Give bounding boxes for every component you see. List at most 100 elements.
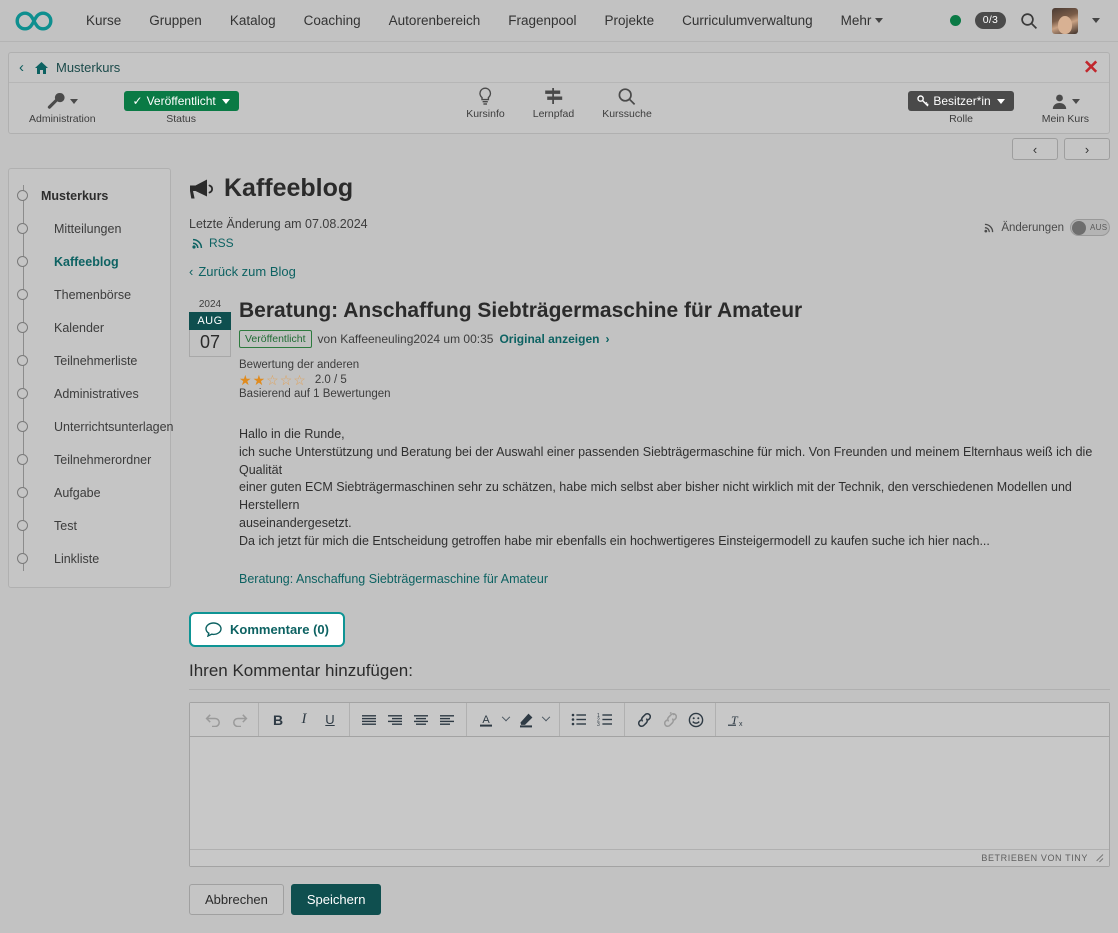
remove-link-icon[interactable] [657, 707, 683, 733]
status-badge[interactable]: ✓ Veröffentlicht [123, 91, 239, 111]
chevron-down-icon[interactable] [1092, 18, 1100, 23]
kursinfo-button[interactable]: Kursinfo [452, 83, 519, 123]
comments-tab-button[interactable]: Kommentare (0) [189, 612, 345, 648]
bullet-list-icon[interactable] [566, 707, 592, 733]
nav-item-kurse[interactable]: Kurse [72, 7, 135, 34]
align-right-icon[interactable] [382, 707, 408, 733]
sidebar-item-label: Test [54, 518, 77, 533]
changes-toggle[interactable]: Änderungen AUS [984, 219, 1110, 236]
close-icon[interactable]: ✕ [1083, 58, 1099, 77]
redo-icon[interactable] [226, 707, 252, 733]
svg-text:3: 3 [597, 722, 600, 726]
administration-button[interactable]: Administration [15, 88, 110, 128]
sidebar-item-teilnehmerliste[interactable]: Teilnehmerliste [9, 344, 170, 377]
online-status-indicator [949, 15, 961, 26]
svg-text:x: x [739, 721, 743, 728]
mein-kurs-button[interactable]: Mein Kurs [1028, 83, 1103, 133]
sidebar-item-mitteilungen[interactable]: Mitteilungen [9, 212, 170, 245]
action-buttons: Abbrechen Speichern [189, 884, 1110, 933]
rolle-control[interactable]: Besitzer*in Rolle [894, 83, 1027, 133]
sidebar-item-themenboerse[interactable]: Themenbörse [9, 278, 170, 311]
sidebar-item-label: Kalender [54, 320, 105, 335]
nav-item-label: Katalog [229, 13, 276, 28]
infinity-logo[interactable] [14, 9, 54, 33]
home-icon[interactable] [34, 61, 49, 75]
nav-item-katalog[interactable]: Katalog [216, 7, 290, 34]
sidebar-item-teilnehmerordner[interactable]: Teilnehmerordner [9, 443, 170, 476]
kurssuche-button[interactable]: Kurssuche [588, 83, 666, 123]
emoticon-icon[interactable] [683, 707, 709, 733]
numbered-list-icon[interactable]: 123 [592, 707, 618, 733]
nav-item-autorenbereich[interactable]: Autorenbereich [375, 7, 495, 34]
star-empty-icon: ☆ [266, 372, 279, 389]
nav-item-coaching[interactable]: Coaching [290, 7, 375, 34]
sidebar-item-kalender[interactable]: Kalender [9, 311, 170, 344]
bullet-icon [17, 454, 28, 465]
pager-prev-button[interactable]: ‹ [1012, 138, 1058, 160]
status-check-icon: ✓ [132, 94, 143, 108]
search-icon[interactable] [1020, 12, 1038, 30]
sidebar-item-test[interactable]: Test [9, 509, 170, 542]
lernpfad-label: Lernpfad [532, 108, 575, 120]
post-detail-link[interactable]: Beratung: Anschaffung Siebträgermaschine… [239, 572, 548, 586]
clear-formatting-icon[interactable]: Tx [722, 707, 748, 733]
align-justify-icon[interactable] [356, 707, 382, 733]
original-link[interactable]: Original anzeigen [499, 332, 599, 346]
save-button[interactable]: Speichern [290, 884, 382, 916]
chevron-left-icon[interactable]: ‹ [19, 59, 24, 76]
editor-group-history [194, 703, 259, 737]
sidebar-item-administratives[interactable]: Administratives [9, 377, 170, 410]
megaphone-icon [189, 177, 214, 201]
person-icon [1051, 91, 1080, 111]
back-to-blog-link[interactable]: ‹ Zurück zum Blog [189, 264, 296, 279]
comment-textarea[interactable] [190, 737, 1109, 850]
rss-link[interactable]: RSS [192, 236, 984, 250]
align-center-icon[interactable] [408, 707, 434, 733]
highlight-color-chevron-icon[interactable] [539, 707, 553, 733]
nav-item-label: Fragenpool [508, 13, 577, 28]
chevron-right-icon[interactable]: › [605, 332, 609, 346]
post-title: Beratung: Anschaffung Siebträgermaschine… [239, 299, 803, 322]
wrench-icon [46, 91, 79, 111]
nav-item-projekte[interactable]: Projekte [591, 7, 669, 34]
text-color-icon[interactable]: A [473, 707, 499, 733]
cancel-button[interactable]: Abbrechen [189, 884, 284, 916]
undo-icon[interactable] [200, 707, 226, 733]
nav-item-curriculumverwaltung[interactable]: Curriculumverwaltung [668, 7, 827, 34]
bullet-icon [17, 190, 28, 201]
text-color-chevron-icon[interactable] [499, 707, 513, 733]
rating-stars[interactable]: ★ ★ ☆ ☆ ☆ [239, 373, 306, 387]
underline-icon[interactable]: U [317, 707, 343, 733]
breadcrumb-course-name[interactable]: Musterkurs [56, 60, 120, 75]
post-text-line: einer guten ECM Siebträgermaschinen sehr… [239, 480, 1072, 513]
editor-group-color: A [467, 703, 560, 737]
italic-icon[interactable]: I [291, 707, 317, 733]
bold-icon[interactable]: B [265, 707, 291, 733]
changes-switch[interactable]: AUS [1070, 219, 1110, 236]
task-count-badge[interactable]: 0/3 [974, 12, 1006, 29]
sidebar-item-aufgabe[interactable]: Aufgabe [9, 476, 170, 509]
sidebar-item-musterkurs[interactable]: Musterkurs [9, 179, 170, 212]
sidebar-item-linkliste[interactable]: Linkliste [9, 542, 170, 575]
nav-item-gruppen[interactable]: Gruppen [135, 7, 216, 34]
nav-item-mehr[interactable]: Mehr [827, 7, 898, 34]
status-control[interactable]: ✓ Veröffentlicht Status [110, 88, 253, 128]
nav-item-fragenpool[interactable]: Fragenpool [494, 7, 590, 34]
star-filled-icon: ★ [239, 372, 252, 389]
comment-editor: B I U A 1 2 3 T x BETRIEBEN VON TINY [189, 702, 1110, 868]
highlight-color-icon[interactable] [513, 707, 539, 733]
switch-knob [1072, 220, 1086, 235]
editor-group-format: B I U [259, 703, 350, 737]
align-left-icon[interactable] [434, 707, 460, 733]
avatar[interactable] [1052, 7, 1078, 34]
pager-next-button[interactable]: › [1064, 138, 1110, 160]
sidebar-item-label: Teilnehmerliste [54, 353, 138, 368]
meta-left: Letzte Änderung am 07.08.2024 RSS [189, 217, 984, 250]
insert-link-icon[interactable] [631, 707, 657, 733]
back-to-blog-label: Zurück zum Blog [198, 264, 296, 279]
sidebar-item-kaffeeblog[interactable]: Kaffeeblog [9, 245, 170, 278]
lernpfad-button[interactable]: Lernpfad [519, 83, 588, 123]
resize-handle-icon[interactable] [1094, 854, 1103, 863]
sidebar-item-unterrichtsunterlagen[interactable]: Unterrichtsunterlagen [9, 410, 174, 443]
role-badge[interactable]: Besitzer*in [908, 91, 1014, 111]
